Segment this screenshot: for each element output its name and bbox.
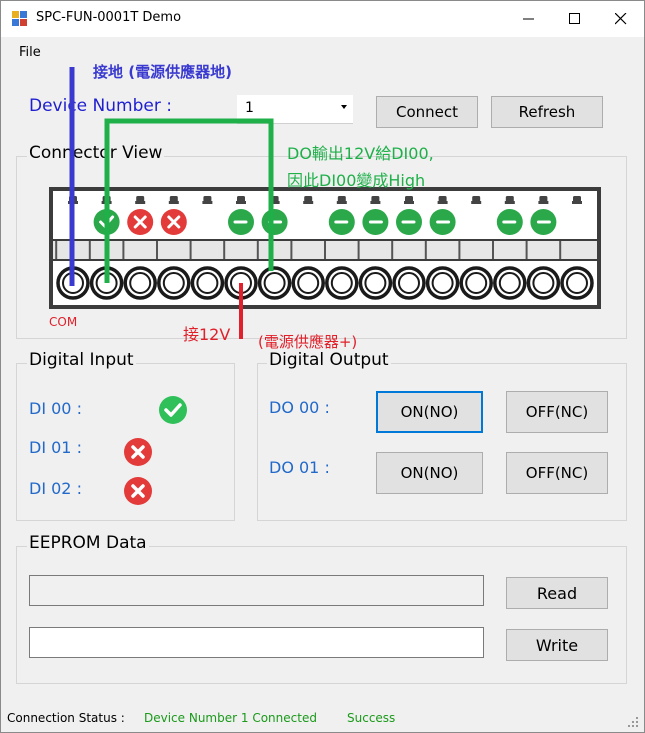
maximize-icon [569, 13, 580, 24]
do00-label: DO 00 : [269, 398, 330, 417]
do00-off-button[interactable]: OFF(NC) [506, 391, 608, 433]
do-di-annotation-line1: DO輸出12V給DI00, [287, 144, 434, 163]
pin-led-base [101, 201, 112, 204]
status-bar: Connection Status : Device Number 1 Conn… [1, 706, 644, 732]
do00-on-button[interactable]: ON(NO) [376, 391, 483, 433]
pin-led-base [135, 201, 146, 204]
do01-label: DO 01 : [269, 458, 330, 477]
pin-led-base [303, 201, 314, 204]
pin-led-base [437, 201, 448, 204]
com-label: COM [49, 315, 78, 329]
terminal-block [49, 187, 601, 309]
v12-annotation: 接12V [183, 325, 231, 344]
x-icon [127, 209, 154, 235]
eeprom-write-field[interactable] [29, 627, 484, 658]
connect-button[interactable]: Connect [376, 96, 478, 128]
x-icon [124, 477, 152, 505]
digital-output-group [257, 363, 627, 521]
minimize-button[interactable] [506, 1, 552, 37]
arrow-right-icon [396, 209, 422, 235]
pin-led-base [168, 201, 179, 204]
pin-led-base [572, 201, 582, 204]
do01-off-button[interactable]: OFF(NC) [506, 452, 608, 494]
operation-result: Success [347, 711, 396, 725]
ground-annotation: 接地 (電源供應器地) [93, 63, 232, 81]
title-bar: SPC-FUN-0001T Demo [1, 1, 644, 37]
chevron-down-icon [341, 105, 347, 109]
connector-view-title: Connector View [27, 143, 165, 163]
di02-label: DI 02 : [29, 479, 82, 498]
connection-status-label: Connection Status : [7, 711, 125, 725]
check-icon [93, 209, 120, 235]
device-number-label: Device Number : [29, 96, 172, 116]
eeprom-group [16, 546, 627, 684]
write-button[interactable]: Write [506, 629, 608, 661]
read-button[interactable]: Read [506, 577, 608, 609]
do-di-annotation-line2: 因此DI00變成High [287, 171, 426, 190]
arrow-left-icon [429, 209, 456, 235]
arrow-left-icon [261, 209, 288, 235]
device-number-value: 1 [245, 100, 254, 116]
menu-bar: File [1, 37, 644, 63]
close-button[interactable] [598, 1, 644, 37]
connection-status-value: Device Number 1 Connected [144, 711, 317, 725]
device-number-select[interactable]: 1 [237, 95, 353, 124]
arrow-right-icon [328, 209, 355, 235]
digital-output-title: Digital Output [267, 350, 391, 370]
do01-on-button[interactable]: ON(NO) [376, 452, 483, 494]
refresh-button[interactable]: Refresh [491, 96, 603, 128]
pin-led-base [404, 201, 414, 204]
eeprom-read-field [29, 575, 484, 606]
maximize-button[interactable] [552, 1, 598, 37]
arrow-left-icon [362, 209, 389, 235]
menu-file[interactable]: File [19, 45, 41, 60]
app-window: SPC-FUN-0001T Demo File Device Number : … [0, 0, 645, 733]
pin-led-base [68, 201, 78, 204]
pin-led-base [336, 201, 347, 204]
pin-led-base [269, 201, 280, 204]
pin-led-base [471, 201, 482, 204]
pin-led-base [236, 201, 246, 204]
arrow-right-icon [496, 209, 523, 235]
pin-led-base [538, 201, 549, 204]
pin-led-base [504, 201, 515, 204]
x-icon [160, 209, 187, 235]
window-title: SPC-FUN-0001T Demo [36, 10, 182, 25]
arrow-right-icon [228, 209, 254, 235]
app-icon [12, 11, 27, 26]
arrow-left-icon [530, 209, 557, 235]
close-icon [615, 13, 627, 25]
minimize-icon [523, 18, 534, 20]
di01-label: DI 01 : [29, 438, 82, 457]
resize-grip-icon[interactable] [627, 716, 639, 728]
pin-led-base [370, 201, 381, 204]
power-plus-annotation: (電源供應器+) [258, 333, 358, 351]
di00-label: DI 00 : [29, 399, 82, 418]
check-icon [159, 396, 187, 424]
eeprom-title: EEPROM Data [27, 533, 149, 553]
pin-led-base [202, 201, 213, 204]
x-icon [124, 438, 152, 466]
digital-input-title: Digital Input [27, 350, 136, 370]
